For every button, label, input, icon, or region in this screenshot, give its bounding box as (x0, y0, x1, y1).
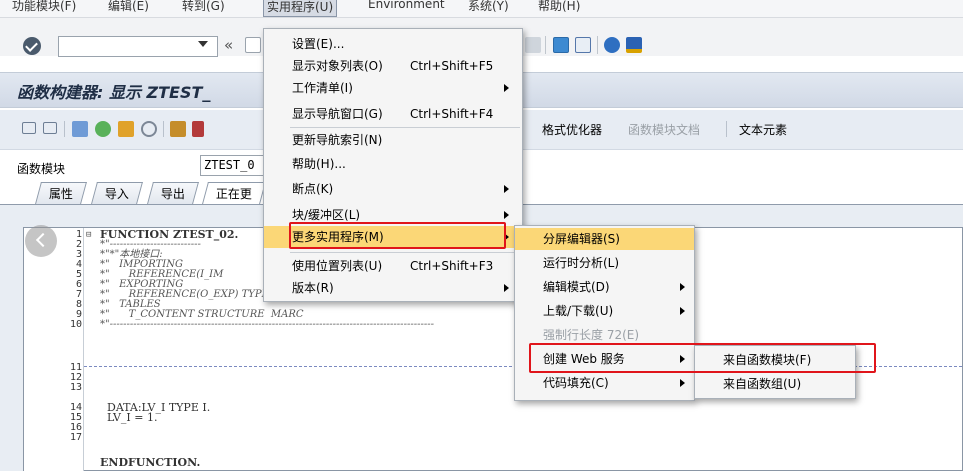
menu-item-where-used-list[interactable]: 使用位置列表(U) Ctrl+Shift+F3 (264, 255, 522, 277)
shortcut-icon[interactable] (525, 37, 541, 53)
line-number: 13 (69, 382, 82, 393)
toolbar-separator (163, 121, 164, 137)
pretty-printer-button[interactable]: 格式优化器 (542, 121, 602, 138)
menu-item-label: 分屏编辑器(S) (543, 232, 620, 246)
display-change-icon[interactable] (72, 121, 88, 137)
submenu-arrow-icon (680, 307, 685, 315)
menu-bar: 功能模块(F) 编辑(E) 转到(G) 实用程序(U) Environment … (0, 0, 963, 18)
forward-arrow-icon[interactable] (43, 122, 57, 134)
code-line: *"--------------------------------------… (100, 319, 434, 330)
tab-export[interactable]: 导出 (147, 182, 199, 204)
pencil-icon[interactable] (192, 121, 204, 137)
line-number: 17 (69, 432, 82, 443)
menu-item-object-list[interactable]: 显示对象列表(O) Ctrl+Shift+F5 (264, 55, 522, 77)
menu-item-breakpoints[interactable]: 断点(K) (264, 178, 522, 200)
tab-import[interactable]: 导入 (91, 182, 143, 204)
test-icon[interactable] (141, 121, 157, 137)
menu-item-label: 工作清单(I) (292, 81, 353, 95)
layout-icon[interactable] (575, 37, 591, 53)
collapse-icon[interactable]: « (224, 36, 233, 54)
save-icon[interactable] (245, 37, 261, 53)
submenu-arrow-icon (504, 284, 509, 292)
menu-item-label: 使用位置列表(U) (292, 259, 383, 273)
menu-item-label: 显示对象列表(O) (292, 59, 383, 73)
function-doc-button[interactable]: 函数模块文档 (628, 121, 700, 138)
toolbar-separator (726, 121, 727, 137)
menu-edit[interactable]: 编辑(E) (108, 0, 149, 14)
menu-item-label: 编辑模式(D) (543, 280, 610, 294)
menu-item-update-navigation-index[interactable]: 更新导航索引(N) (264, 129, 522, 151)
menu-item-shortcut: Ctrl+Shift+F4 (410, 107, 494, 121)
toolbar-separator (545, 36, 546, 54)
command-field[interactable] (58, 36, 218, 57)
menu-item-from-function-group[interactable]: 来自函数组(U) (695, 373, 855, 395)
menu-item-settings[interactable]: 设置(E)... (264, 33, 522, 55)
tab-changing-label: 正在更 (215, 187, 252, 201)
menu-item-runtime-analysis[interactable]: 运行时分析(L) (515, 252, 694, 274)
function-module-label: 函数模块 (17, 162, 66, 176)
menu-item-versions[interactable]: 版本(R) (264, 277, 522, 299)
menu-item-shortcut: Ctrl+Shift+F5 (410, 59, 494, 73)
submenu-arrow-icon (504, 185, 509, 193)
chevron-down-icon[interactable] (198, 41, 208, 47)
tab-attributes[interactable]: 属性 (35, 182, 87, 204)
menu-item-edit-mode[interactable]: 编辑模式(D) (515, 276, 694, 298)
tab-changing[interactable]: 正在更 (202, 182, 266, 204)
submenu-arrow-icon (680, 283, 685, 291)
menu-item-worklist[interactable]: 工作清单(I) (264, 77, 522, 99)
menu-help[interactable]: 帮助(H) (538, 0, 580, 14)
menu-item-help[interactable]: 帮助(H)... (264, 153, 522, 175)
annotation-highlight-box (529, 343, 876, 373)
text-elements-button[interactable]: 文本元素 (739, 121, 787, 138)
menu-item-navigation-window[interactable]: 显示导航窗口(G) Ctrl+Shift+F4 (264, 103, 522, 125)
back-arrow-icon[interactable] (22, 122, 36, 134)
menu-item-label: 版本(R) (292, 281, 334, 295)
line-number: 10 (69, 319, 82, 330)
annotation-highlight-box (289, 222, 506, 249)
back-circle-icon[interactable] (25, 225, 57, 257)
utilities-menu: 设置(E)... 显示对象列表(O) Ctrl+Shift+F5 工作清单(I) … (263, 28, 523, 302)
tab-attributes-label: 属性 (48, 187, 73, 201)
menu-item-label: 断点(K) (292, 182, 334, 196)
menu-item-upload-download[interactable]: 上载/下载(U) (515, 300, 694, 322)
menu-item-code-completion[interactable]: 代码填充(C) (515, 372, 694, 394)
submenu-arrow-icon (680, 379, 685, 387)
menu-environment[interactable]: Environment (368, 0, 445, 11)
menu-separator (290, 252, 520, 253)
tab-import-label: 导入 (104, 187, 129, 201)
menu-item-label: 帮助(H)... (292, 157, 346, 171)
menu-goto[interactable]: 转到(G) (182, 0, 225, 14)
menu-item-label: 显示导航窗口(G) (292, 107, 383, 121)
code-line: LV_I = 1. (100, 411, 158, 424)
customize-layout-icon[interactable] (626, 37, 642, 53)
menu-separator (290, 127, 520, 128)
help-icon[interactable] (604, 37, 620, 53)
check-object-icon[interactable] (95, 121, 111, 137)
menu-function-module[interactable]: 功能模块(F) (12, 0, 76, 14)
menu-item-split-screen-editor[interactable]: 分屏编辑器(S) (515, 228, 694, 250)
menu-item-label: 上载/下载(U) (543, 304, 614, 318)
menu-item-label: 代码填充(C) (543, 376, 609, 390)
activate-icon[interactable] (118, 121, 134, 137)
menu-utilities[interactable]: 实用程序(U) (263, 0, 338, 17)
menu-item-label: 来自函数组(U) (723, 377, 802, 391)
submenu-arrow-icon (504, 211, 509, 219)
more-utilities-submenu: 分屏编辑器(S) 运行时分析(L) 编辑模式(D) 上载/下载(U) 强制行长度… (514, 225, 695, 401)
toolbar-separator (64, 121, 65, 137)
where-used-icon[interactable] (170, 121, 186, 137)
code-line: ENDFUNCTION. (100, 456, 201, 469)
menu-item-shortcut: Ctrl+Shift+F3 (410, 259, 494, 273)
submenu-arrow-icon (504, 84, 509, 92)
menu-system[interactable]: 系统(Y) (468, 0, 509, 14)
menu-item-label: 运行时分析(L) (543, 256, 620, 270)
fold-toggle-icon[interactable]: ⊟ (86, 230, 91, 240)
menu-item-label: 更新导航索引(N) (292, 133, 383, 147)
new-window-icon[interactable] (553, 37, 569, 53)
tab-export-label: 导出 (160, 187, 185, 201)
page-title: 函数构建器: 显示 ZTEST_ (17, 83, 211, 102)
enter-check-icon[interactable] (23, 37, 41, 55)
menu-item-label: 设置(E)... (292, 37, 345, 51)
toolbar-separator (597, 36, 598, 54)
